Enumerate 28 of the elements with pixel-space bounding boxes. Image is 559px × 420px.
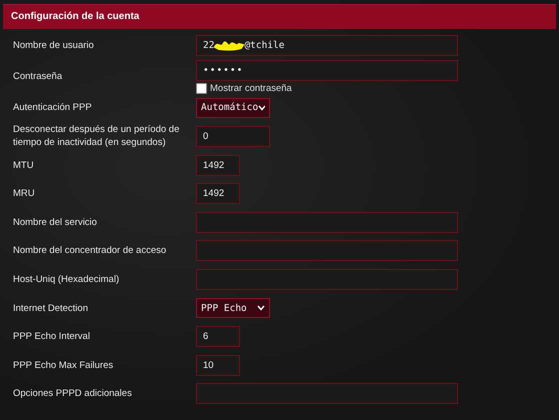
input-field[interactable]: 6 [196,326,240,348]
username-field[interactable]: 22 @tchile [196,34,458,56]
field-label: Contraseña [12,70,64,84]
field-label: MTU [12,158,35,172]
checkbox[interactable] [196,82,207,94]
field-label: MRU [12,187,36,200]
dropdown[interactable]: Automático [196,98,270,118]
input-field[interactable]: 1492 [196,154,240,176]
password-field[interactable]: •••••• [196,60,458,81]
field-label: Nombre del concentrador de acceso [12,244,168,258]
checkbox-label: Mostrar contraseña [210,82,292,94]
input-field[interactable]: 0 [196,126,270,147]
field-label: Nombre de usuario [12,38,95,52]
field-label: Autenticación PPP [12,101,93,114]
dropdown[interactable]: PPP Echo [196,298,270,318]
chevron-down-icon [258,104,265,111]
field-label: PPP Echo Interval [12,330,91,344]
field-label: Desconectar después de un período de tiempo de inactividad (en segundos) [12,123,180,150]
panel-header: Configuración de la cuenta [3,4,556,29]
input-field[interactable]: 1492 [196,183,240,204]
field-label: Opciones PPPD adicionales [12,387,133,400]
field-label: PPP Echo Max Failures [12,358,114,372]
input-field[interactable]: 10 [196,354,240,376]
field-label: Nombre del servicio [12,216,98,229]
chevron-down-icon [257,305,265,312]
field-label: Host-Uniq (Hexadecimal) [12,272,120,286]
redaction-scribble [214,42,244,51]
field-label: Internet Detection [12,302,89,315]
